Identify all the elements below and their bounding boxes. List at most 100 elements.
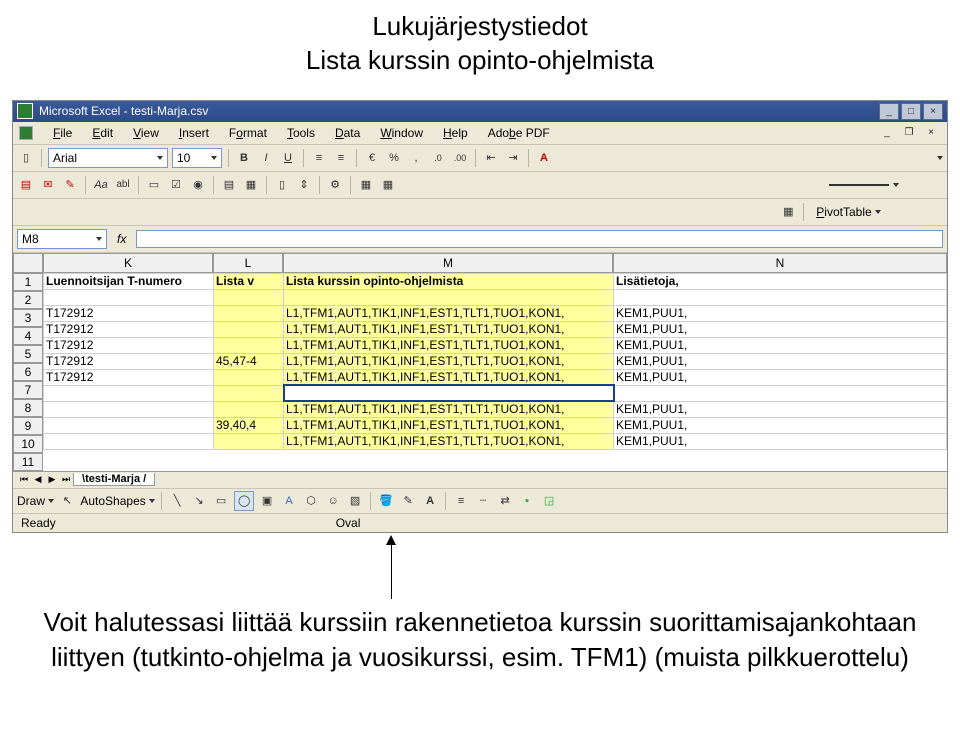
checkbox-icon[interactable]: ☑: [167, 176, 185, 194]
menu-edit[interactable]: Edit: [82, 124, 123, 142]
cell[interactable]: L1,TFM1,AUT1,TIK1,INF1,EST1,TLT1,TUO1,KO…: [284, 401, 614, 417]
wordart-icon[interactable]: A: [280, 492, 298, 510]
tab-nav-prev-icon[interactable]: ◀: [31, 473, 45, 487]
row-header[interactable]: 11: [13, 453, 43, 471]
ungroup-icon[interactable]: ▦: [379, 176, 397, 194]
doc-minimize-button[interactable]: _: [877, 124, 897, 141]
cell[interactable]: KEM1,PUU1,: [614, 305, 947, 321]
cell[interactable]: L1,TFM1,AUT1,TIK1,INF1,EST1,TLT1,TUO1,KO…: [284, 337, 614, 353]
spinner-icon[interactable]: ⇕: [295, 176, 313, 194]
row-header[interactable]: 5: [13, 345, 43, 363]
row-header[interactable]: 3: [13, 309, 43, 327]
active-cell[interactable]: [284, 385, 614, 401]
draw-menu[interactable]: Draw: [17, 494, 54, 508]
cell[interactable]: L1,TFM1,AUT1,TIK1,INF1,EST1,TLT1,TUO1,KO…: [284, 369, 614, 385]
row-header[interactable]: 9: [13, 417, 43, 435]
cell[interactable]: KEM1,PUU1,: [614, 369, 947, 385]
font-size-select[interactable]: 10: [172, 148, 222, 168]
col-header-K[interactable]: K: [43, 253, 213, 273]
decrease-indent-icon[interactable]: ⇤: [482, 149, 500, 167]
table-row[interactable]: T172912 L1,TFM1,AUT1,TIK1,INF1,EST1,TLT1…: [44, 305, 947, 321]
cell[interactable]: [44, 433, 214, 449]
bold-button[interactable]: B: [235, 149, 253, 167]
clipart-icon[interactable]: ☺: [324, 492, 342, 510]
cell[interactable]: KEM1,PUU1,: [614, 353, 947, 369]
row-header[interactable]: 4: [13, 327, 43, 345]
menu-format[interactable]: Format: [219, 124, 277, 142]
table-row[interactable]: T172912 45,47-4 L1,TFM1,AUT1,TIK1,INF1,E…: [44, 353, 947, 369]
cell[interactable]: [284, 289, 614, 305]
more-controls-icon[interactable]: ⚙: [326, 176, 344, 194]
col-header-M[interactable]: M: [283, 253, 613, 273]
shadow-icon[interactable]: ▪: [518, 492, 536, 510]
radio-icon[interactable]: ◉: [189, 176, 207, 194]
cell[interactable]: 45,47-4: [214, 353, 284, 369]
arrow-style-icon[interactable]: ⇄: [496, 492, 514, 510]
row-header[interactable]: 8: [13, 399, 43, 417]
cell[interactable]: KEM1,PUU1,: [614, 433, 947, 449]
menu-data[interactable]: Data: [325, 124, 370, 142]
rectangle-icon[interactable]: ▭: [212, 492, 230, 510]
cell[interactable]: [214, 305, 284, 321]
row-header[interactable]: 10: [13, 435, 43, 453]
cell[interactable]: T172912: [44, 305, 214, 321]
scrollbar-icon[interactable]: ▯: [273, 176, 291, 194]
table-row[interactable]: Luennoitsijan T-numero Lista v Lista kur…: [44, 273, 947, 289]
cell[interactable]: [214, 337, 284, 353]
close-button[interactable]: ×: [923, 103, 943, 120]
spreadsheet-grid[interactable]: K L M N 1 2 3 4 5 6 7 8 9 10 11: [13, 253, 947, 488]
cell[interactable]: L1,TFM1,AUT1,TIK1,INF1,EST1,TLT1,TUO1,KO…: [284, 417, 614, 433]
increase-decimal-button[interactable]: .0: [429, 149, 447, 167]
formula-input[interactable]: [136, 230, 943, 248]
menu-window[interactable]: Window: [370, 124, 433, 142]
cell[interactable]: [44, 385, 214, 401]
font-color-button[interactable]: A: [535, 149, 553, 167]
fill-color-icon[interactable]: 🪣: [377, 492, 395, 510]
arrow-icon[interactable]: ↘: [190, 492, 208, 510]
cell[interactable]: Lista v: [214, 273, 284, 289]
menu-adobe[interactable]: Adobe PDF: [478, 124, 560, 142]
dash-style-icon[interactable]: ┄: [474, 492, 492, 510]
pdf-icon[interactable]: ▤: [17, 176, 35, 194]
diagram-icon[interactable]: ⬡: [302, 492, 320, 510]
cell[interactable]: T172912: [44, 321, 214, 337]
cell[interactable]: [214, 289, 284, 305]
menu-view[interactable]: View: [123, 124, 169, 142]
cell[interactable]: Lisätietoja,: [614, 273, 947, 289]
cell[interactable]: T172912: [44, 337, 214, 353]
maximize-button[interactable]: □: [901, 103, 921, 120]
select-all-corner[interactable]: [13, 253, 43, 273]
table-row[interactable]: T172912 L1,TFM1,AUT1,TIK1,INF1,EST1,TLT1…: [44, 337, 947, 353]
pdf-mail-icon[interactable]: ✉: [39, 176, 57, 194]
line-style-icon[interactable]: ≡: [452, 492, 470, 510]
align-left-icon[interactable]: ≡: [310, 149, 328, 167]
line-color-icon[interactable]: ✎: [399, 492, 417, 510]
table-row[interactable]: L1,TFM1,AUT1,TIK1,INF1,EST1,TLT1,TUO1,KO…: [44, 433, 947, 449]
increase-indent-icon[interactable]: ⇥: [504, 149, 522, 167]
table-row[interactable]: [44, 385, 947, 401]
cell[interactable]: Lista kurssin opinto-ohjelmista: [284, 273, 614, 289]
menu-help[interactable]: Help: [433, 124, 478, 142]
align-center-icon[interactable]: ≡: [332, 149, 350, 167]
cell[interactable]: [214, 401, 284, 417]
font-color-draw-icon[interactable]: A: [421, 492, 439, 510]
cell[interactable]: T172912: [44, 353, 214, 369]
cell[interactable]: [614, 385, 947, 401]
cell[interactable]: T172912: [44, 369, 214, 385]
pdf-review-icon[interactable]: ✎: [61, 176, 79, 194]
cell[interactable]: L1,TFM1,AUT1,TIK1,INF1,EST1,TLT1,TUO1,KO…: [284, 433, 614, 449]
cell[interactable]: [214, 369, 284, 385]
new-doc-icon[interactable]: ▯: [17, 149, 35, 167]
table-row[interactable]: T172912 L1,TFM1,AUT1,TIK1,INF1,EST1,TLT1…: [44, 369, 947, 385]
menu-tools[interactable]: Tools: [277, 124, 325, 142]
decrease-decimal-button[interactable]: .00: [451, 149, 469, 167]
oval-icon[interactable]: ◯: [234, 491, 254, 511]
percent-button[interactable]: %: [385, 149, 403, 167]
cell[interactable]: [214, 433, 284, 449]
abl-icon[interactable]: abl: [114, 176, 132, 194]
cell[interactable]: L1,TFM1,AUT1,TIK1,INF1,EST1,TLT1,TUO1,KO…: [284, 305, 614, 321]
col-header-L[interactable]: L: [213, 253, 283, 273]
currency-button[interactable]: €: [363, 149, 381, 167]
line-icon[interactable]: ╲: [168, 492, 186, 510]
tab-nav-first-icon[interactable]: ⏮: [17, 473, 31, 487]
